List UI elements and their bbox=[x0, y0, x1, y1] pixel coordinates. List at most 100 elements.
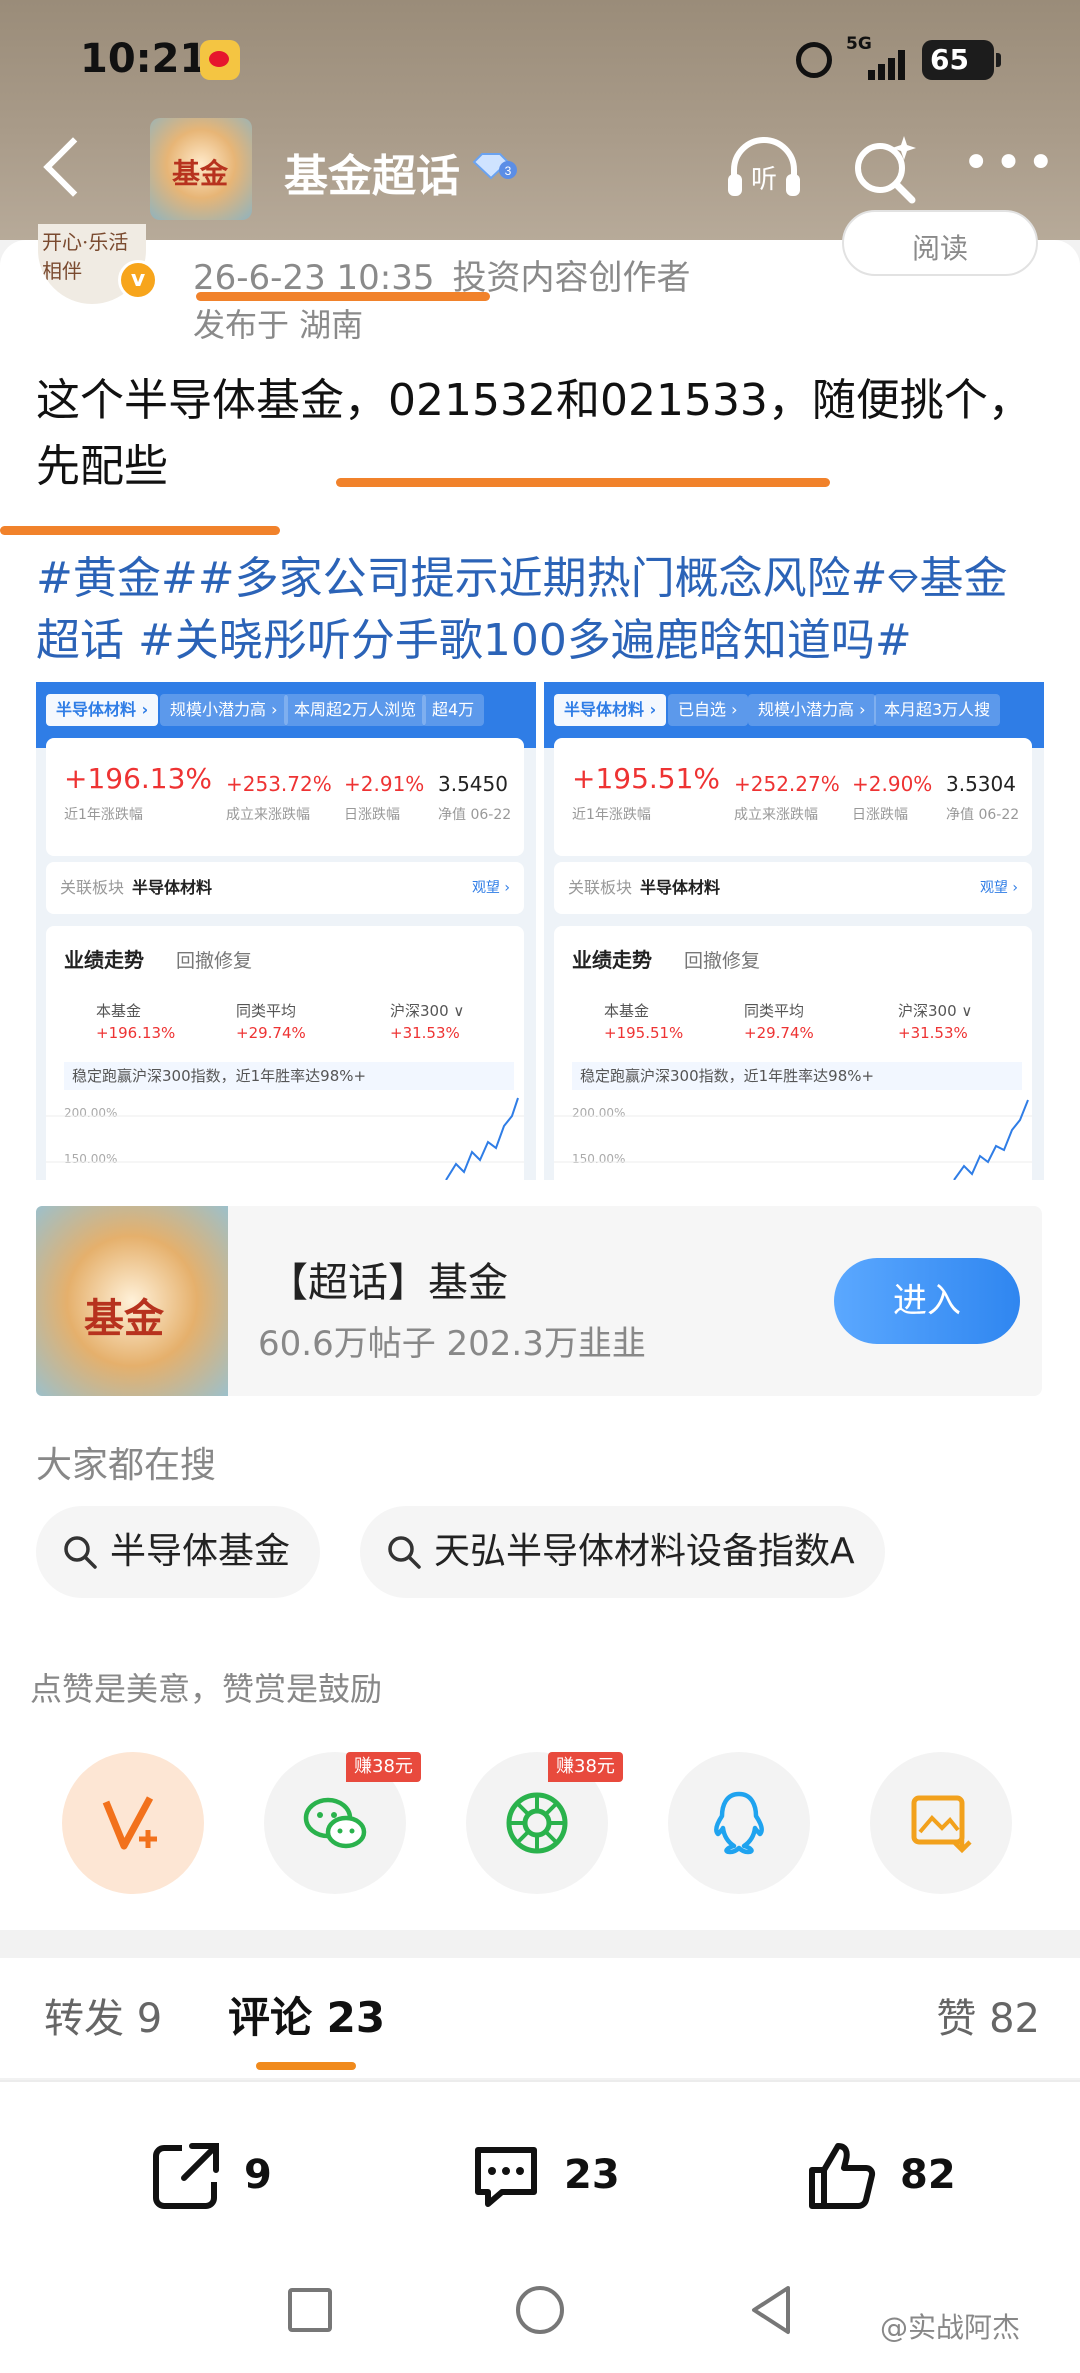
performance-curve bbox=[554, 1099, 1032, 1180]
read-button[interactable]: 阅读 bbox=[842, 210, 1038, 276]
tab-likes[interactable]: 赞 82 bbox=[936, 1986, 1040, 2044]
wechat-icon bbox=[303, 1797, 367, 1849]
page-title[interactable]: 基金超话 bbox=[284, 140, 460, 204]
comment-icon bbox=[475, 2147, 537, 2207]
post-image[interactable]: 半导体材料 › 规模小潜力高 › 本周超2万人浏览 超4万 +196.13% 近… bbox=[36, 682, 536, 1180]
perf-tab: 回撤修复 bbox=[176, 950, 253, 972]
vip-share-button[interactable] bbox=[62, 1752, 204, 1894]
highlight-underline bbox=[0, 526, 280, 535]
post-card: 开心·乐活相伴 v 阅读 26-6-23 10:35 投资内容创作者 发布于 湖南… bbox=[0, 210, 1080, 1930]
return-1y: +195.51% bbox=[572, 762, 721, 795]
watermark: @实战阿杰 bbox=[880, 2311, 1021, 2344]
search-chip-label: 半导体基金 bbox=[110, 1531, 291, 1572]
return-1y-label: 近1年涨跌幅 bbox=[572, 807, 651, 823]
top-header: 10:21 5G 65 基金 基金超话 3 听 ••• bbox=[0, 0, 1080, 240]
legend-value: +196.13% bbox=[96, 1024, 176, 1042]
since-inception-label: 成立来涨跌幅 bbox=[734, 807, 818, 823]
alarm-icon bbox=[796, 42, 832, 78]
verified-badge-icon: v bbox=[118, 260, 158, 300]
performance-curve bbox=[46, 1097, 524, 1180]
back-button[interactable] bbox=[38, 138, 98, 198]
ai-search-icon[interactable] bbox=[848, 132, 922, 206]
sector-link: 观望 › bbox=[979, 880, 1018, 896]
legend-value: +29.74% bbox=[236, 1024, 306, 1042]
image-tab: 半导体材料 › bbox=[554, 694, 667, 726]
active-tab-indicator bbox=[256, 2062, 356, 2070]
legend-value: +195.51% bbox=[604, 1024, 684, 1042]
search-icon bbox=[64, 1536, 97, 1569]
like-button[interactable]: 82 bbox=[804, 2138, 964, 2218]
svg-text:3: 3 bbox=[505, 164, 512, 178]
recent-apps-button[interactable] bbox=[288, 2288, 332, 2332]
image-tab: 半导体材料 › bbox=[46, 694, 159, 726]
image-tab: 超4万 bbox=[422, 694, 485, 726]
super-topic-card[interactable]: 基金 【超话】基金 60.6万帖子 202.3万韭韭 进入 bbox=[36, 1206, 1042, 1396]
save-image-button[interactable] bbox=[870, 1752, 1012, 1894]
return-1y-label: 近1年涨跌幅 bbox=[64, 807, 143, 823]
tab-comments[interactable]: 评论 23 bbox=[228, 1984, 385, 2045]
nav-value: 3.5304 bbox=[946, 772, 1016, 796]
reward-badge: 赚38元 bbox=[346, 1752, 421, 1782]
topic-thumbnail: 基金 bbox=[36, 1206, 228, 1396]
like-tip: 点赞是美意，赞赏是鼓励 bbox=[30, 1670, 383, 1708]
since-inception: +253.72% bbox=[226, 772, 332, 796]
topic-stats: 60.6万帖子 202.3万韭韭 bbox=[258, 1324, 646, 1364]
highlight-underline bbox=[196, 292, 490, 301]
topic-link[interactable]: 基金 bbox=[919, 553, 1007, 604]
more-icon[interactable]: ••• bbox=[962, 138, 1055, 198]
bottom-action-bar: 9 23 82 bbox=[0, 2080, 1080, 2270]
home-button[interactable] bbox=[516, 2286, 564, 2334]
search-chip-label: 天弘半导体材料设备指数A bbox=[434, 1531, 855, 1572]
daily-change: +2.90% bbox=[852, 772, 933, 796]
hashtag-line[interactable]: #黄金##多家公司提示近期热门概念风险# bbox=[36, 553, 887, 604]
daily-change-label: 日涨跌幅 bbox=[852, 807, 908, 823]
weibo-notification-icon bbox=[200, 40, 240, 80]
diamond-level-icon: 3 bbox=[472, 153, 517, 180]
image-tab: 本周超2万人浏览 bbox=[284, 694, 427, 726]
thumbs-up-icon bbox=[809, 2143, 876, 2209]
perf-tab: 回撤修复 bbox=[684, 950, 761, 972]
diamond-icon bbox=[888, 569, 919, 593]
topic-thumb-text: 基金 bbox=[84, 1295, 164, 1342]
search-chip[interactable]: 天弘半导体材料设备指数A bbox=[360, 1506, 885, 1598]
image-tab: 已自选 › bbox=[668, 694, 748, 726]
tab-forwards[interactable]: 转发 9 bbox=[44, 1986, 162, 2044]
qq-share-button[interactable] bbox=[668, 1752, 810, 1894]
hashtag-line[interactable]: 超话 #关晓彤听分手歌100多遍鹿晗知道吗# bbox=[36, 615, 912, 666]
topic-avatar[interactable]: 基金 bbox=[150, 118, 252, 220]
legend-value: +31.53% bbox=[390, 1024, 460, 1042]
status-bar: 10:21 5G 65 bbox=[0, 30, 1080, 94]
vip-plus-icon bbox=[102, 1796, 157, 1850]
system-back-icon[interactable] bbox=[748, 2284, 794, 2336]
comment-button[interactable]: 23 bbox=[468, 2138, 628, 2218]
listen-icon[interactable]: 听 bbox=[722, 126, 806, 210]
legend-item: 本基金 bbox=[96, 1002, 142, 1020]
post-text: 这个半导体基金，021532和021533，随便挑个，先配些 bbox=[36, 375, 1032, 492]
legend-item: 沪深300 ∨ bbox=[390, 1002, 465, 1020]
nav-value: 3.5450 bbox=[438, 772, 508, 796]
topic-avatar-text: 基金 bbox=[172, 157, 229, 190]
since-inception-label: 成立来涨跌幅 bbox=[226, 807, 310, 823]
interaction-tabs: 转发 9 评论 23 赞 82 bbox=[0, 1958, 1080, 2078]
search-chip[interactable]: 半导体基金 bbox=[36, 1506, 321, 1598]
battery-indicator: 65 bbox=[922, 40, 1001, 80]
nav-label: 净值 06-22 bbox=[946, 807, 1020, 823]
sector-row: 关联板块 半导体材料 观望 › bbox=[46, 862, 524, 914]
sector-label: 关联板块 bbox=[60, 878, 125, 897]
like-count: 82 bbox=[900, 2152, 956, 2198]
post-image[interactable]: 半导体材料 › 已自选 › 规模小潜力高 › 本月超3万人搜 +195.51% … bbox=[544, 682, 1044, 1180]
enter-topic-button[interactable]: 进入 bbox=[834, 1258, 1020, 1344]
legend-item: 同类平均 bbox=[744, 1002, 805, 1020]
sector-row: 关联板块 半导体材料 观望 › bbox=[554, 862, 1032, 914]
image-tab: 规模小潜力高 › bbox=[748, 694, 876, 726]
nav-label: 净值 06-22 bbox=[438, 807, 512, 823]
performance-panel: 业绩走势 回撤修复 本基金 同类平均 沪深300 ∨ +195.51% +29.… bbox=[554, 926, 1032, 1180]
post-tags[interactable]: #黄金##多家公司提示近期热门概念风险# 基金 超话 #关晓彤听分手歌100多遍鹿… bbox=[36, 548, 1056, 672]
perf-title: 业绩走势 bbox=[64, 948, 144, 972]
legend-value: +29.74% bbox=[744, 1024, 814, 1042]
forward-button[interactable]: 9 bbox=[148, 2138, 288, 2218]
forward-count: 9 bbox=[244, 2152, 272, 2198]
section-divider bbox=[0, 1930, 1080, 1958]
image-download-icon bbox=[911, 1795, 972, 1854]
moments-icon bbox=[506, 1792, 568, 1854]
